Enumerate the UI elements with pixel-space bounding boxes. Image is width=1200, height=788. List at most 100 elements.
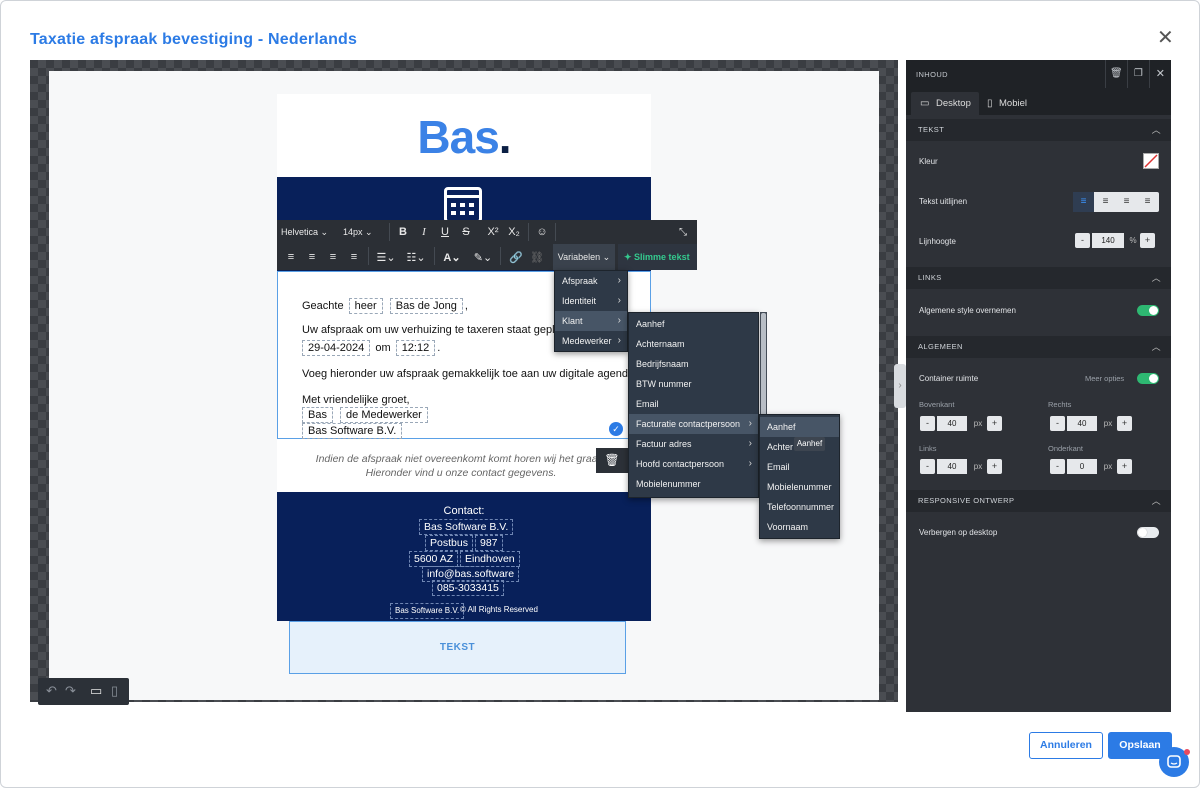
top-input[interactable]: 40: [937, 415, 967, 431]
variable-tag[interactable]: de Medewerker: [340, 407, 428, 423]
menu-item-achternaam[interactable]: Achternaam: [629, 334, 758, 354]
menu-item-mobielenummer[interactable]: Mobielenummer: [629, 474, 758, 494]
minus-button[interactable]: -: [920, 415, 935, 431]
tab-mobiel[interactable]: ▯ Mobiel: [979, 92, 1039, 115]
note-block[interactable]: [277, 439, 651, 492]
variable-tag[interactable]: Bas Software B.V.: [419, 519, 514, 535]
align-justify-icon[interactable]: ≡: [346, 244, 362, 270]
close-icon[interactable]: ✕: [1149, 60, 1171, 88]
delete-block-button[interactable]: 🗑: [596, 448, 628, 473]
align-center-icon[interactable]: ≡: [1095, 192, 1116, 212]
general-style-toggle[interactable]: [1137, 305, 1159, 316]
variable-tag[interactable]: Eindhoven: [460, 551, 520, 567]
size-select[interactable]: 14px ⌄: [343, 220, 387, 244]
variable-tag[interactable]: Bas Software B.V.: [390, 603, 465, 619]
bottom-input[interactable]: 0: [1067, 458, 1097, 474]
variable-tag[interactable]: 987: [475, 535, 503, 551]
menu-item-telefoonnummer[interactable]: Telefoonnummer: [760, 497, 839, 517]
menu-item-afspraak[interactable]: Afspraak ›: [555, 271, 627, 291]
plus-button[interactable]: +: [987, 458, 1002, 474]
desktop-view-icon[interactable]: ▭: [90, 683, 102, 699]
variable-tag[interactable]: heer: [348, 298, 383, 314]
bullet-list-icon[interactable]: ☰⌄: [373, 244, 399, 270]
color-picker[interactable]: [1143, 153, 1159, 169]
underline-icon[interactable]: U: [437, 220, 453, 244]
variable-tag[interactable]: 085-3033415: [432, 580, 504, 596]
left-input[interactable]: 40: [937, 458, 967, 474]
text-drop-block[interactable]: TEKST: [289, 621, 626, 674]
minus-button[interactable]: -: [1050, 458, 1065, 474]
minus-button[interactable]: -: [920, 458, 935, 474]
general-style-label: Algemene style overnemen: [919, 306, 1016, 315]
variable-tag[interactable]: Bas Software B.V.: [302, 423, 403, 439]
more-options-toggle[interactable]: [1137, 373, 1159, 384]
menu-item-email[interactable]: Email: [760, 457, 839, 477]
align-center-icon[interactable]: ≡: [304, 244, 320, 270]
section-algemeen[interactable]: ALGEMEEN ︿: [906, 336, 1171, 358]
variable-tag[interactable]: Postbus: [425, 535, 473, 551]
variable-tag[interactable]: Bas de Jong: [389, 298, 463, 314]
plus-button[interactable]: +: [1117, 458, 1132, 474]
highlight-icon[interactable]: ✎⌄: [471, 244, 495, 270]
panel-collapse-handle[interactable]: ›: [894, 364, 906, 408]
align-justify-icon[interactable]: ≡: [1137, 192, 1158, 212]
right-input[interactable]: 40: [1067, 415, 1097, 431]
menu-item-medewerker[interactable]: Medewerker ›: [555, 331, 627, 351]
numbered-list-icon[interactable]: ☷⌄: [403, 244, 429, 270]
menu-item-voornaam[interactable]: Voornaam: [760, 517, 839, 537]
subscript-icon[interactable]: X₂: [505, 220, 523, 244]
smart-text-button[interactable]: ✦ Slimme tekst: [618, 244, 697, 270]
align-left-icon[interactable]: ≡: [283, 244, 299, 270]
plus-button[interactable]: +: [987, 415, 1002, 431]
menu-item-mobielenummer[interactable]: Mobielenummer: [760, 477, 839, 497]
menu-item-email[interactable]: Email: [629, 394, 758, 414]
section-tekst[interactable]: TEKST ︿: [906, 119, 1171, 141]
menu-item-factuur-adres[interactable]: Factuur adres ›: [629, 434, 758, 454]
unlink-icon[interactable]: ⛓: [529, 244, 545, 270]
menu-item-bedrijfsnaam[interactable]: Bedrijfsnaam: [629, 354, 758, 374]
variable-tag[interactable]: 12:12: [395, 340, 436, 356]
superscript-icon[interactable]: X²: [484, 220, 502, 244]
variable-tag[interactable]: 29-04-2024: [302, 340, 371, 356]
strikethrough-icon[interactable]: S: [458, 220, 474, 244]
collapse-icon[interactable]: ⤡: [675, 220, 691, 244]
link-icon[interactable]: 🔗: [508, 244, 524, 270]
plus-button[interactable]: +: [1140, 232, 1155, 248]
menu-item-klant[interactable]: Klant ›: [555, 311, 627, 331]
align-left-icon[interactable]: ≡: [1073, 192, 1094, 212]
minus-button[interactable]: -: [1075, 232, 1090, 248]
menu-item-aanhef[interactable]: Aanhef: [760, 417, 839, 437]
menu-item-aanhef[interactable]: Aanhef: [629, 314, 758, 334]
lineheight-input[interactable]: 140: [1092, 232, 1124, 248]
email-logo-block[interactable]: Bas.: [277, 94, 651, 177]
menu-item-hoofd-contact[interactable]: Hoofd contactpersoon ›: [629, 454, 758, 474]
hide-desktop-toggle[interactable]: [1137, 527, 1159, 538]
tab-desktop[interactable]: ▭ Desktop: [911, 92, 979, 115]
trash-icon[interactable]: 🗑: [1105, 60, 1127, 88]
cancel-button[interactable]: Annuleren: [1029, 732, 1103, 759]
redo-icon[interactable]: ↷: [65, 683, 76, 699]
undo-icon[interactable]: ↶: [46, 683, 57, 699]
variable-tag[interactable]: Bas: [302, 407, 333, 423]
italic-icon[interactable]: I: [416, 220, 432, 244]
bold-icon[interactable]: B: [395, 220, 411, 244]
view-tabs: ▭ Desktop ▯ Mobiel: [906, 88, 1171, 115]
variables-button[interactable]: Variabelen ⌄: [553, 244, 615, 270]
mobile-view-icon[interactable]: ▯: [111, 683, 118, 699]
menu-item-btw[interactable]: BTW nummer: [629, 374, 758, 394]
duplicate-icon[interactable]: ❐: [1127, 60, 1149, 88]
align-right-icon[interactable]: ≡: [1116, 192, 1137, 212]
close-icon[interactable]: ✕: [1157, 28, 1174, 48]
font-select[interactable]: Helvetica ⌄: [281, 220, 335, 244]
text-color-icon[interactable]: A⌄: [440, 244, 464, 270]
menu-item-identiteit[interactable]: Identiteit ›: [555, 291, 627, 311]
section-links[interactable]: LINKS ︿: [906, 267, 1171, 289]
variable-tag[interactable]: 5600 AZ: [409, 551, 459, 567]
emoji-icon[interactable]: ☺: [533, 220, 551, 244]
section-responsive[interactable]: RESPONSIVE ONTWERP ︿: [906, 490, 1171, 512]
align-right-icon[interactable]: ≡: [325, 244, 341, 270]
menu-item-facturatie[interactable]: Facturatie contactpersoon ›: [629, 414, 758, 434]
minus-button[interactable]: -: [1050, 415, 1065, 431]
dialog: Taxatie afspraak bevestiging - Nederland…: [0, 0, 1200, 788]
plus-button[interactable]: +: [1117, 415, 1132, 431]
